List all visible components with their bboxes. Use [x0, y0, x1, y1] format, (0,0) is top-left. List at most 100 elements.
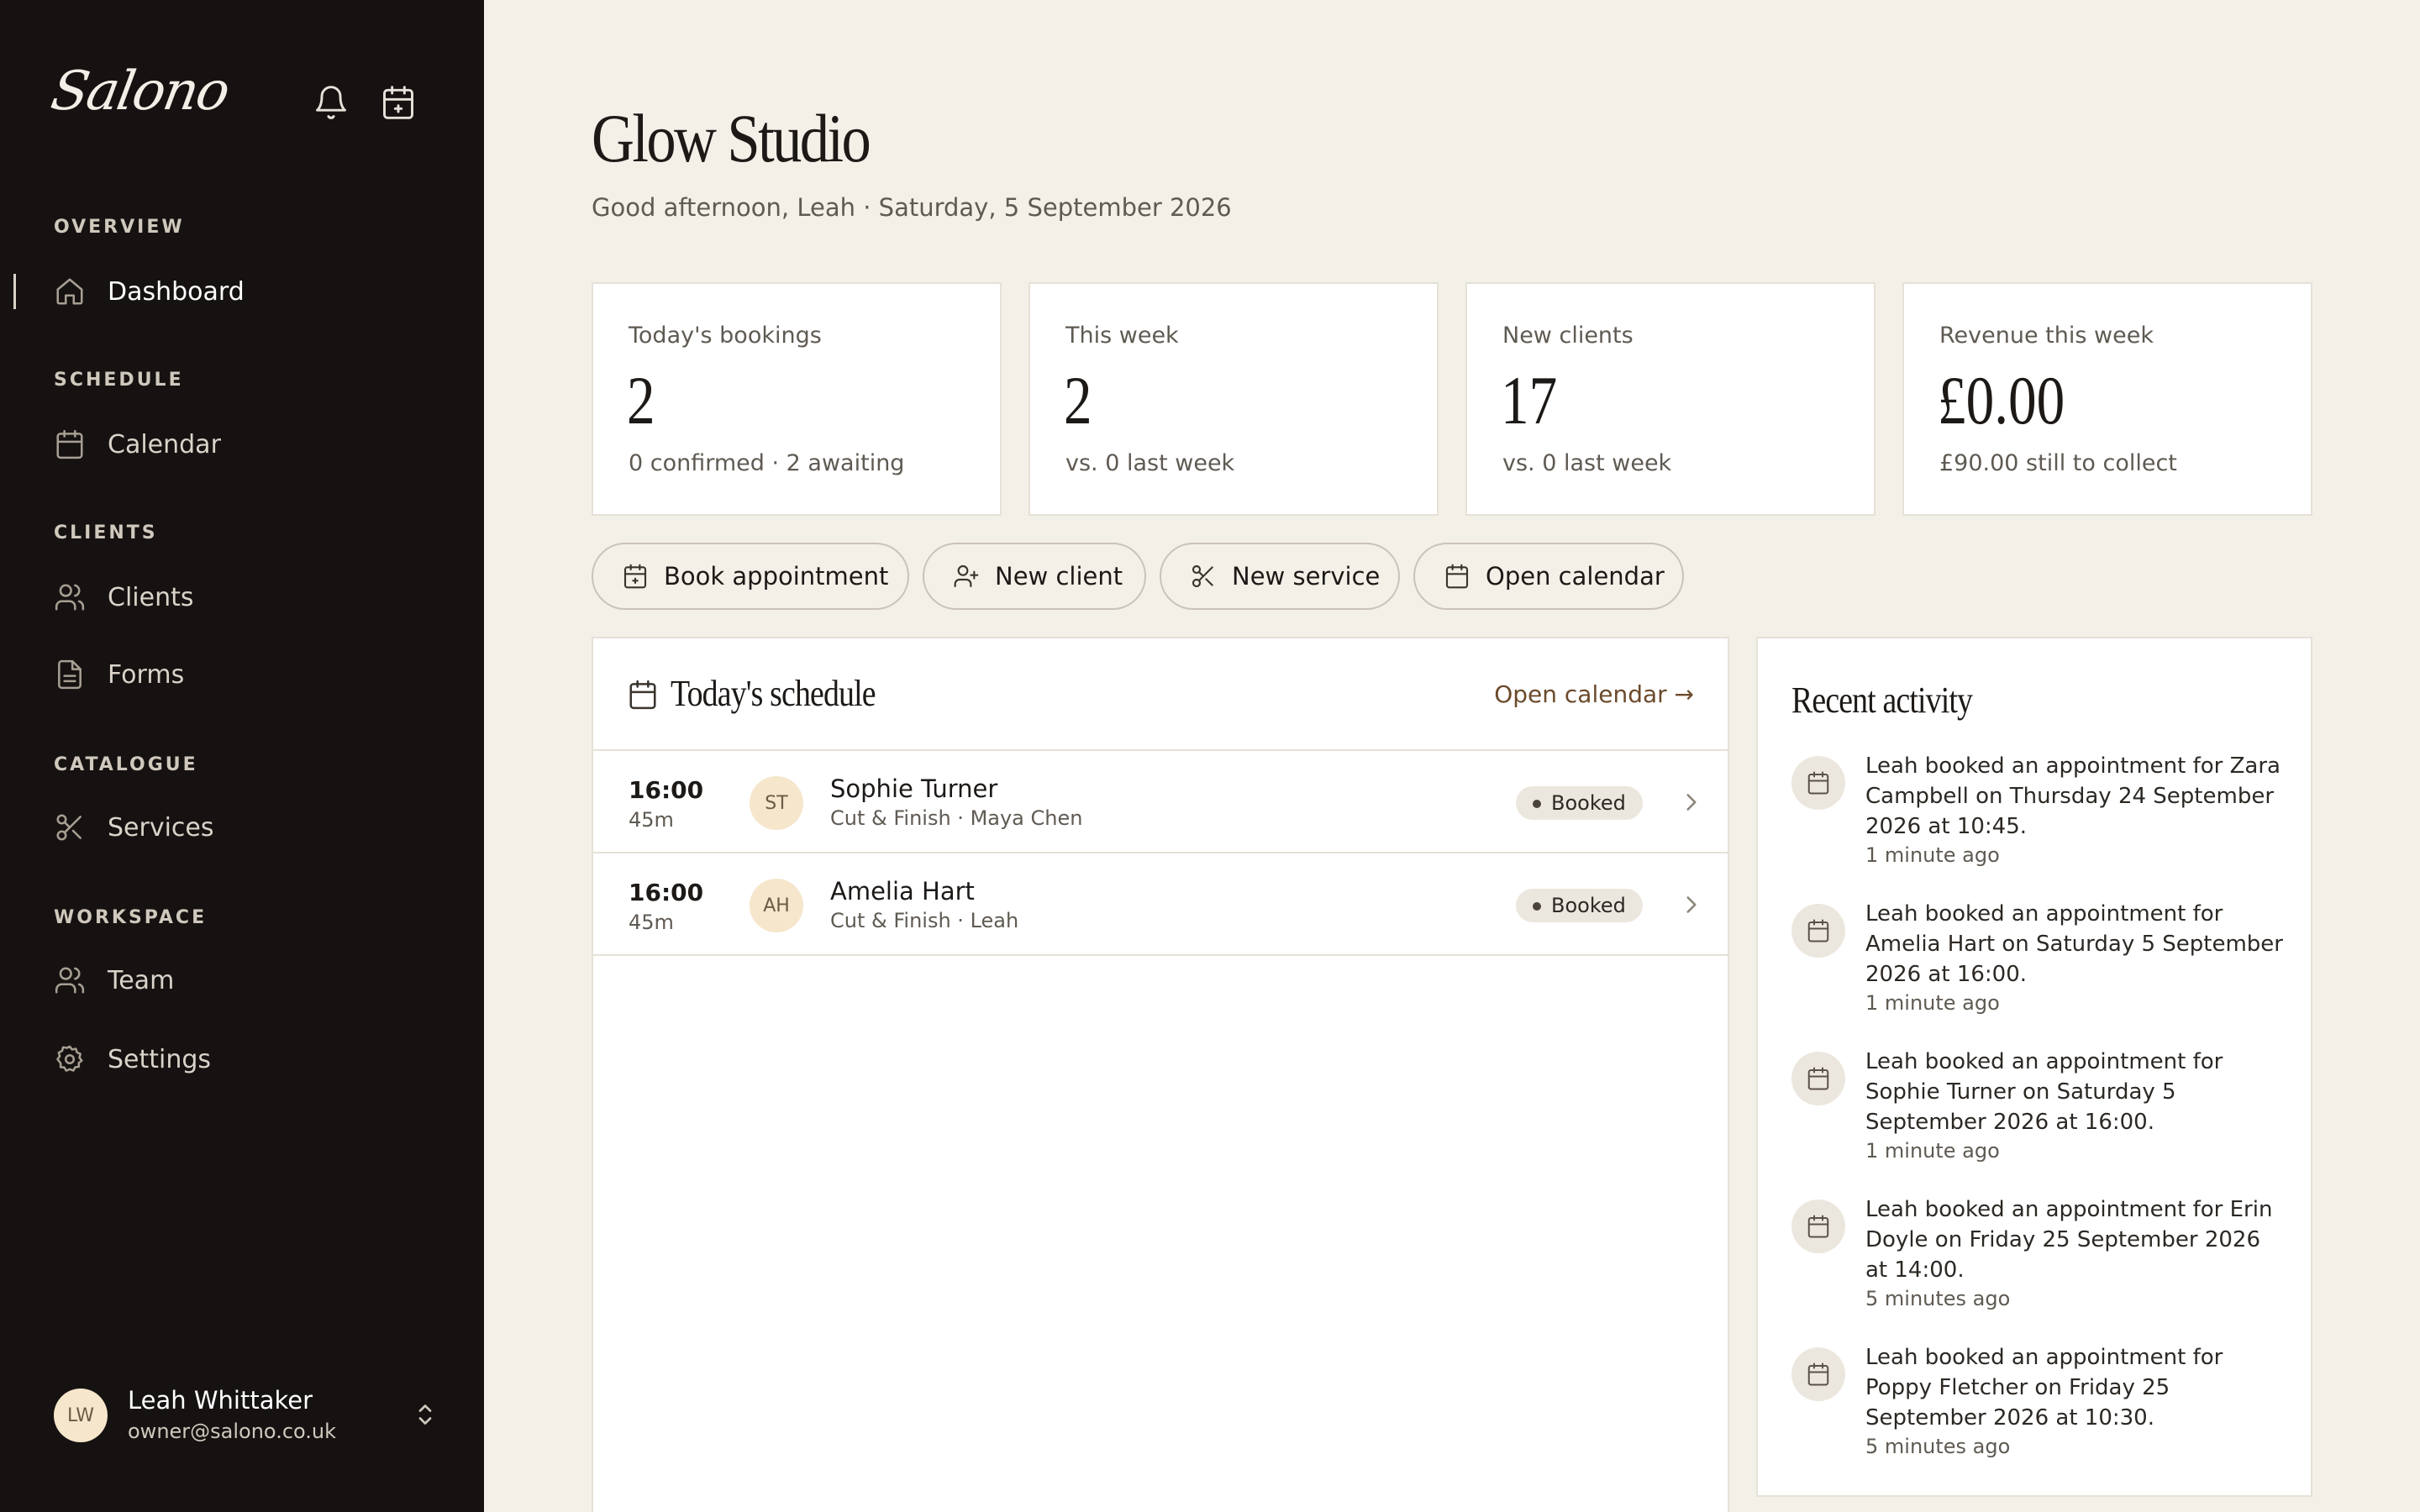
sidebar-item-clients[interactable]: Clients — [0, 568, 484, 627]
open-calendar-button[interactable]: Open calendar — [1413, 543, 1684, 610]
stat-label: This week — [1065, 323, 1179, 349]
page-subtitle: Good afternoon, Leah · Saturday, 5 Septe… — [592, 193, 1232, 222]
service-name: Cut & Finish — [830, 806, 951, 830]
activity-time: 5 minutes ago — [1865, 1287, 2011, 1310]
section-label-workspace: WORKSPACE — [54, 907, 208, 928]
calendar-icon — [1791, 756, 1845, 810]
calendar-icon — [54, 428, 86, 460]
button-label: New service — [1232, 562, 1381, 591]
stat-note: vs. 0 last week — [1502, 450, 1672, 476]
appointment-time: 16:00 — [629, 879, 704, 906]
page-title: Glow Studio — [592, 100, 871, 176]
stat-card-new-clients: New clients 17 vs. 0 last week — [1465, 282, 1876, 516]
status-badge: Booked — [1516, 786, 1643, 820]
activity-text: Leah booked an appointment for Poppy Fle… — [1865, 1345, 2223, 1431]
stat-note: 0 confirmed · 2 awaiting — [629, 450, 905, 476]
new-service-button[interactable]: New service — [1160, 543, 1400, 610]
file-icon — [54, 659, 86, 690]
schedule-header: Today's schedule Open calendar → — [593, 638, 1728, 751]
stat-value: 17 — [1501, 362, 1558, 438]
stat-note: vs. 0 last week — [1065, 450, 1235, 476]
sidebar-item-label: Forms — [108, 659, 185, 690]
home-icon — [54, 276, 86, 307]
stat-note: £90.00 still to collect — [1939, 450, 2177, 476]
appointment-row[interactable]: 16:00 45m ST Sophie Turner Cut & Finish … — [593, 751, 1728, 853]
users-icon — [54, 581, 86, 613]
sidebar-item-dashboard[interactable]: Dashboard — [0, 262, 484, 321]
users-icon — [54, 964, 86, 996]
sidebar-item-calendar[interactable]: Calendar — [0, 415, 484, 474]
scissors-icon — [54, 811, 86, 843]
stat-label: New clients — [1502, 323, 1634, 349]
section-label-clients: CLIENTS — [54, 522, 158, 543]
staff-name: Maya Chen — [970, 806, 1083, 830]
activity-time: 1 minute ago — [1865, 843, 2000, 867]
sidebar-item-label: Team — [108, 965, 175, 995]
sidebar-item-label: Clients — [108, 582, 194, 612]
todays-schedule-panel: Today's schedule Open calendar → 16:00 4… — [592, 637, 1729, 1512]
new-client-button[interactable]: New client — [923, 543, 1146, 610]
scissors-icon — [1190, 563, 1217, 590]
activity-time: 1 minute ago — [1865, 991, 2000, 1015]
sidebar: Salono OVERVIEW Dashboard SCHEDULE Calen… — [0, 0, 484, 1512]
chevron-right-icon — [1677, 890, 1706, 922]
appointment-duration: 45m — [629, 808, 674, 832]
bell-icon[interactable] — [313, 84, 350, 121]
sidebar-item-label: Services — [108, 812, 214, 843]
chevron-right-icon — [1677, 788, 1706, 820]
activity-title: Recent activity — [1791, 680, 1973, 721]
sidebar-item-forms[interactable]: Forms — [0, 645, 484, 704]
appointment-row[interactable]: 16:00 45m AH Amelia Hart Cut & Finish · … — [593, 853, 1728, 956]
sidebar-item-services[interactable]: Services — [0, 798, 484, 857]
stat-label: Today's bookings — [629, 323, 822, 349]
user-name: Leah Whittaker — [128, 1386, 313, 1415]
calendar-icon — [627, 679, 659, 711]
status-badge: Booked — [1516, 889, 1643, 922]
calendar-icon — [1791, 1052, 1845, 1105]
sidebar-item-label: Settings — [108, 1044, 212, 1074]
calendar-icon — [1791, 1347, 1845, 1401]
calendar-plus-icon[interactable] — [380, 84, 417, 121]
account-switcher[interactable]: LW Leah Whittaker owner@salono.co.uk — [54, 1386, 440, 1445]
appointment-duration: 45m — [629, 911, 674, 934]
book-appointment-button[interactable]: Book appointment — [592, 543, 909, 610]
activity-text: Leah booked an appointment for Zara Camp… — [1865, 753, 2281, 839]
activity-text: Leah booked an appointment for Amelia Ha… — [1865, 901, 2283, 987]
activity-text: Leah booked an appointment for Sophie Tu… — [1865, 1049, 2223, 1135]
gear-icon — [54, 1043, 86, 1075]
schedule-title: Today's schedule — [671, 673, 876, 714]
chevron-up-down-icon — [410, 1399, 440, 1430]
user-email: owner@salono.co.uk — [128, 1420, 337, 1443]
sidebar-item-settings[interactable]: Settings — [0, 1030, 484, 1089]
sidebar-item-label: Dashboard — [108, 276, 245, 307]
button-label: Book appointment — [664, 562, 889, 591]
service-name: Cut & Finish — [830, 909, 951, 932]
client-name: Sophie Turner — [830, 774, 998, 803]
calendar-plus-icon — [622, 563, 649, 590]
stat-value: 2 — [627, 362, 655, 438]
avatar: AH — [750, 879, 803, 932]
stat-card-this-week: This week 2 vs. 0 last week — [1028, 282, 1439, 516]
user-plus-icon — [953, 563, 980, 590]
recent-activity-panel: Recent activity Leah booked an appointme… — [1756, 637, 2312, 1497]
brand-logo: Salono — [46, 60, 234, 123]
stat-value: £0.00 — [1938, 362, 2065, 438]
activity-text: Leah booked an appointment for Erin Doyl… — [1865, 1197, 2273, 1283]
calendar-icon — [1444, 563, 1470, 590]
calendar-icon — [1791, 904, 1845, 958]
activity-time: 1 minute ago — [1865, 1139, 2000, 1163]
stat-value: 2 — [1064, 362, 1092, 438]
button-label: Open calendar — [1486, 562, 1665, 591]
avatar: LW — [54, 1389, 108, 1442]
stat-card-revenue: Revenue this week £0.00 £90.00 still to … — [1902, 282, 2312, 516]
open-calendar-link[interactable]: Open calendar → — [1494, 680, 1694, 708]
section-label-overview: OVERVIEW — [54, 217, 185, 238]
section-label-catalogue: CATALOGUE — [54, 754, 198, 775]
activity-time: 5 minutes ago — [1865, 1435, 2011, 1458]
appointment-detail: Cut & Finish · Leah — [830, 909, 1019, 932]
appointment-detail: Cut & Finish · Maya Chen — [830, 806, 1083, 830]
sidebar-item-team[interactable]: Team — [0, 951, 484, 1010]
stat-card-todays-bookings: Today's bookings 2 0 confirmed · 2 await… — [592, 282, 1002, 516]
appointment-time: 16:00 — [629, 776, 704, 804]
avatar: ST — [750, 776, 803, 830]
